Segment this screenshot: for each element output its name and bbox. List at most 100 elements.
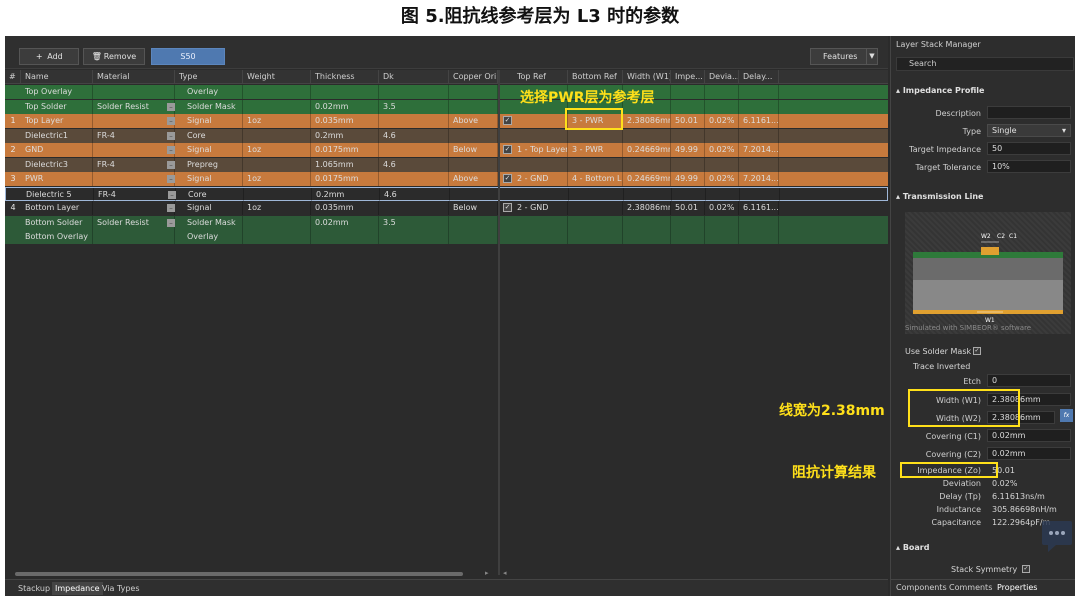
material-picker-icon[interactable]: – [167, 146, 175, 154]
cell-name[interactable]: PWR [21, 172, 93, 186]
cell-weight[interactable] [243, 230, 311, 244]
cell-bottom-ref[interactable] [568, 230, 623, 244]
cell-imp[interactable]: 49.99 [671, 172, 705, 186]
covering-c2-field[interactable]: 0.02mm [987, 447, 1071, 460]
cell-material[interactable] [93, 230, 175, 244]
table-row[interactable]: Bottom Overlay Overlay [5, 230, 888, 244]
cell-dev[interactable]: 0.02% [705, 201, 739, 215]
cell-imp[interactable]: 50.01 [671, 114, 705, 128]
cell-thickness[interactable] [311, 230, 379, 244]
cell-weight[interactable] [243, 99, 311, 114]
cell-dev[interactable] [705, 99, 739, 114]
cell-dk[interactable]: 4.6 [379, 157, 449, 172]
cell-thickness[interactable]: 0.0175mm [311, 172, 379, 186]
cell-imp[interactable] [671, 128, 705, 143]
row-checkbox[interactable]: ✓ [503, 116, 512, 125]
material-picker-icon[interactable]: – [167, 117, 175, 125]
cell-type[interactable]: Core [183, 128, 243, 143]
cell-dev[interactable] [705, 128, 739, 143]
use-solder-mask-checkbox[interactable]: ✓ [973, 347, 981, 355]
tab-via-types[interactable]: Via Types [99, 582, 143, 595]
cell-thickness[interactable]: 0.035mm [311, 114, 379, 128]
material-picker-icon[interactable]: – [167, 204, 175, 212]
cell-orient[interactable] [449, 215, 498, 230]
cell-imp[interactable]: 49.99 [671, 143, 705, 157]
cell-material[interactable]: FR-4 [94, 187, 176, 202]
etch-field[interactable]: 0 [987, 374, 1071, 387]
cell-material[interactable]: Solder Resist [93, 99, 175, 114]
cell-top-ref[interactable] [513, 157, 568, 172]
cell-delay[interactable]: 7.2014... [739, 143, 779, 157]
remove-button[interactable]: 🗑 Remove [83, 48, 145, 65]
cell-type[interactable]: Prepreg [183, 157, 243, 172]
cell-orient[interactable]: Below [449, 143, 498, 157]
cell-delay[interactable] [739, 99, 779, 114]
cell-bottom-ref[interactable]: 3 - PWR [568, 143, 623, 157]
cell-type[interactable]: Signal [183, 143, 243, 157]
cell-thickness[interactable]: 1.065mm [311, 157, 379, 172]
cell-dk[interactable] [379, 201, 449, 215]
type-select[interactable]: Single ▾ [987, 124, 1071, 137]
table-row[interactable]: Top Overlay Overlay [5, 85, 888, 99]
cell-delay[interactable] [739, 157, 779, 172]
cell-type[interactable]: Solder Mask [183, 99, 243, 114]
cell-weight[interactable] [243, 85, 311, 99]
cell-imp[interactable] [671, 99, 705, 114]
cell-name[interactable]: Dielectric1 [21, 128, 93, 143]
cell-orient[interactable] [449, 85, 498, 99]
cell-type[interactable]: Signal [183, 172, 243, 186]
cell-top-ref[interactable] [513, 128, 568, 143]
col-copper-orientation[interactable]: Copper Ori [449, 70, 498, 84]
cell-weight[interactable]: 1oz [243, 114, 311, 128]
cell-dk[interactable]: 4.6 [380, 187, 450, 202]
col-impedance[interactable]: Impe... [671, 70, 705, 84]
search-input[interactable]: Search [896, 57, 1074, 71]
col-number[interactable]: # [5, 70, 21, 84]
target-impedance-field[interactable]: 50 [987, 142, 1071, 155]
cell-thickness[interactable]: 0.2mm [311, 128, 379, 143]
cell-bottom-ref[interactable] [569, 187, 624, 202]
cell-dk[interactable]: 4.6 [379, 128, 449, 143]
cell-material[interactable]: FR-4 [93, 128, 175, 143]
stack-symmetry-checkbox[interactable]: ✓ [1022, 565, 1030, 573]
cell-width[interactable]: 2.38086mm [623, 114, 671, 128]
table-row[interactable]: Top Solder Solder Resist Solder Mask 0.02mm… [5, 99, 888, 114]
cell-dk[interactable]: 3.5 [379, 99, 449, 114]
cell-name[interactable]: Bottom Overlay [21, 230, 93, 244]
transmission-line-section[interactable]: ▴ Transmission Line [896, 192, 983, 201]
row-checkbox[interactable]: ✓ [503, 203, 512, 212]
cell-imp[interactable] [671, 230, 705, 244]
formula-icon[interactable]: fx [1060, 409, 1073, 422]
cell-delay[interactable] [739, 230, 779, 244]
cell-delay[interactable]: 6.1161... [739, 114, 779, 128]
cell-dev[interactable]: 0.02% [705, 143, 739, 157]
col-material[interactable]: Material [93, 70, 175, 84]
cell-delay[interactable]: 6.1161... [739, 201, 779, 215]
cell-orient[interactable] [449, 99, 498, 114]
table-row[interactable]: Dielectric1 FR-4 Core 0.2mm 4.6 – [5, 128, 888, 143]
cell-imp[interactable] [672, 187, 706, 202]
table-row[interactable]: Dielectric3 FR-4 Prepreg 1.065mm 4.6 – [5, 157, 888, 172]
table-row[interactable]: 3 PWR Signal 1oz 0.0175mm Above 2 - GND 4 - Bot… [5, 172, 888, 186]
scroll-left-icon[interactable]: ◂ [503, 569, 507, 577]
cell-dk[interactable] [379, 172, 449, 186]
row-checkbox[interactable]: ✓ [503, 145, 512, 154]
cell-dk[interactable] [379, 85, 449, 99]
cell-orient[interactable] [449, 128, 498, 143]
material-picker-icon[interactable]: – [167, 102, 175, 111]
col-deviation[interactable]: Devia... [705, 70, 739, 84]
cell-name[interactable]: Bottom Solder [21, 215, 93, 230]
cell-dev[interactable] [706, 187, 740, 202]
cell-weight[interactable]: 1oz [243, 201, 311, 215]
features-button[interactable]: Features [810, 48, 872, 65]
impedance-profile-tab[interactable]: S50 [151, 48, 225, 65]
cell-top-ref[interactable]: 2 - GND [513, 172, 568, 186]
tab-impedance[interactable]: Impedance [52, 582, 103, 595]
cell-name[interactable]: GND [21, 143, 93, 157]
horizontal-scrollbar[interactable] [15, 572, 463, 576]
cell-thickness[interactable]: 0.0175mm [311, 143, 379, 157]
cell-dk[interactable] [379, 114, 449, 128]
cell-type[interactable]: Solder Mask [183, 215, 243, 230]
cell-bottom-ref[interactable]: 4 - Bottom L... [568, 172, 623, 186]
cell-name[interactable]: Bottom Layer [21, 201, 93, 215]
